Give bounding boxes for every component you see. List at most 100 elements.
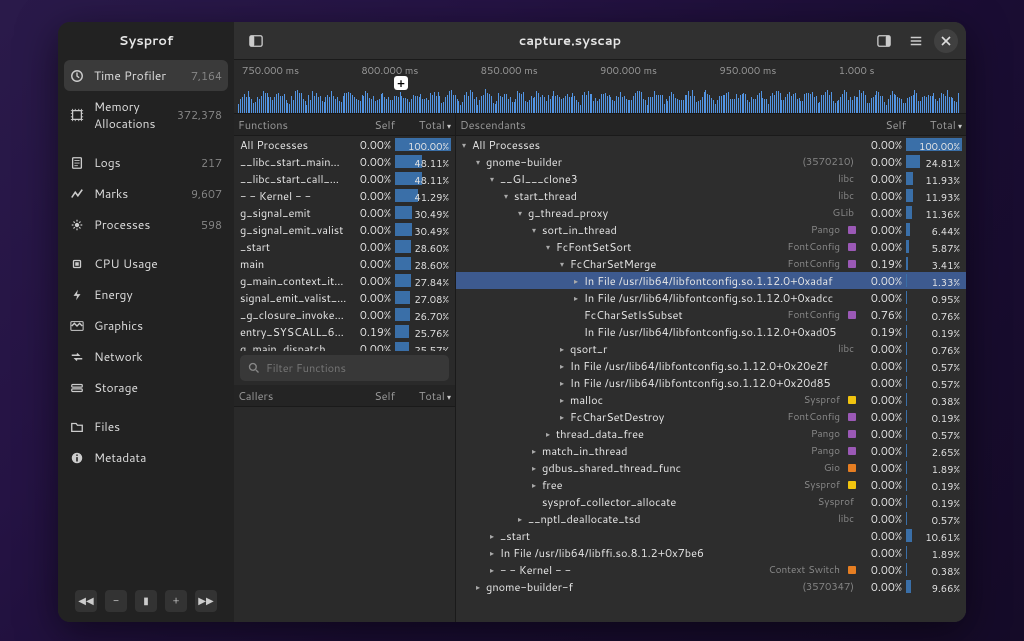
disclosure-triangle[interactable]: ▸ (574, 275, 584, 287)
descendant-row[interactable]: ▸ In File /usr/lib64/libffi.so.8.1.2+0x7… (456, 544, 966, 561)
sidebar-item-network[interactable]: Network (58, 341, 234, 372)
functions-header-total[interactable]: Total (395, 117, 451, 133)
function-row[interactable]: main 0.00% 28.60% (234, 255, 455, 272)
function-row[interactable]: _g_closure_invoke_va 0.00% 26.70% (234, 306, 455, 323)
toggle-right-panel-button[interactable] (870, 27, 898, 55)
timeline[interactable]: 750.000 ms800.000 ms850.000 ms900.000 ms… (234, 60, 966, 114)
descendant-row[interactable]: ▸ FcCharSetDestroy FontConfig 0.00% 0.19… (456, 408, 966, 425)
descendant-row[interactable]: ▾ FcFontSetSort FontConfig 0.00% 5.87% (456, 238, 966, 255)
function-row[interactable]: g_main_context_itera 0.00% 27.84% (234, 272, 455, 289)
descendant-row[interactable]: ▸ _start 0.00% 10.61% (456, 527, 966, 544)
sidebar-item-processes[interactable]: Processes 598 (58, 209, 234, 240)
descendant-row[interactable]: In File /usr/lib64/libfontconfig.so.1.12… (456, 323, 966, 340)
functions-header-self[interactable]: Self (347, 117, 395, 133)
descendants-header-total[interactable]: Total (906, 117, 962, 133)
disclosure-triangle[interactable]: ▸ (560, 343, 570, 355)
descendant-row[interactable]: ▸ thread_data_free Pango 0.00% 0.57% (456, 425, 966, 442)
descendant-row[interactable]: ▸ In File /usr/lib64/libfontconfig.so.1.… (456, 357, 966, 374)
disclosure-triangle[interactable]: ▸ (490, 530, 500, 542)
disclosure-triangle[interactable]: ▾ (532, 224, 542, 236)
disclosure-triangle[interactable]: ▾ (504, 190, 514, 202)
callers-header-name[interactable]: Callers (238, 388, 347, 404)
descendant-row[interactable]: ▾ sort_in_thread Pango 0.00% 6.44% (456, 221, 966, 238)
zoom-in-button[interactable]: + (165, 590, 187, 612)
descendant-row[interactable]: ▸ gnome-builder-f (3570347) 0.00% 9.66% (456, 578, 966, 595)
disclosure-triangle[interactable]: ▸ (490, 547, 500, 559)
menu-button[interactable] (902, 27, 930, 55)
disclosure-triangle[interactable]: ▾ (560, 258, 570, 270)
disclosure-triangle[interactable]: ▾ (462, 139, 472, 151)
descendant-row[interactable]: ▾ start_thread libc 0.00% 11.93% (456, 187, 966, 204)
function-row[interactable]: entry_SYSCALL_64_a 0.19% 25.76% (234, 323, 455, 340)
disclosure-triangle[interactable]: ▾ (518, 207, 528, 219)
function-row[interactable]: __libc_start_main@G 0.00% 48.11% (234, 153, 455, 170)
disclosure-triangle[interactable]: ▸ (532, 462, 542, 474)
descendant-row[interactable]: ▸ In File /usr/lib64/libfontconfig.so.1.… (456, 272, 966, 289)
disclosure-triangle[interactable]: ▸ (560, 394, 570, 406)
descendant-row[interactable]: sysprof_collector_allocate Sysprof 0.00%… (456, 493, 966, 510)
descendant-row[interactable]: ▸ free Sysprof 0.00% 0.19% (456, 476, 966, 493)
rewind-button[interactable]: ◀◀ (75, 590, 97, 612)
timeline-marker[interactable]: + (394, 76, 408, 90)
sidebar-item-metadata[interactable]: Metadata (58, 442, 234, 473)
functions-header-name[interactable]: Functions (238, 117, 347, 133)
function-row[interactable]: g_main_dispatch 0.00% 25.57% (234, 340, 455, 351)
descendant-row[interactable]: ▸ match_in_thread Pango 0.00% 2.65% (456, 442, 966, 459)
function-row[interactable]: __libc_start_call_mai 0.00% 48.11% (234, 170, 455, 187)
disclosure-triangle[interactable]: ▾ (476, 156, 486, 168)
sidebar-item-energy[interactable]: Energy (58, 279, 234, 310)
disclosure-triangle[interactable]: ▸ (560, 377, 570, 389)
descendant-row[interactable]: ▸ malloc Sysprof 0.00% 0.38% (456, 391, 966, 408)
descendant-row[interactable]: ▾ g_thread_proxy GLib 0.00% 11.36% (456, 204, 966, 221)
descendant-row[interactable]: ▸ In File /usr/lib64/libfontconfig.so.1.… (456, 289, 966, 306)
descendant-row[interactable]: ▾ __GI___clone3 libc 0.00% 11.93% (456, 170, 966, 187)
callers-header-total[interactable]: Total (395, 388, 451, 404)
callers-header-self[interactable]: Self (347, 388, 395, 404)
disclosure-triangle[interactable]: ▸ (546, 428, 556, 440)
close-button[interactable] (934, 29, 958, 53)
function-row[interactable]: g_signal_emit_valist 0.00% 30.49% (234, 221, 455, 238)
toggle-left-panel-button[interactable] (242, 27, 270, 55)
callers-list[interactable] (234, 407, 455, 622)
disclosure-triangle[interactable]: ▸ (532, 445, 542, 457)
descendant-row[interactable]: ▸ __nptl_deallocate_tsd libc 0.00% 0.57% (456, 510, 966, 527)
sidebar-item-marks[interactable]: Marks 9,607 (58, 178, 234, 209)
descendants-header-name[interactable]: Descendants (460, 117, 858, 133)
disclosure-triangle[interactable]: ▸ (490, 564, 500, 576)
sidebar-item-logs[interactable]: Logs 217 (58, 147, 234, 178)
functions-list[interactable]: All Processes 0.00% 100.00%__libc_start_… (234, 136, 455, 351)
filter-functions-input[interactable] (266, 360, 441, 376)
zoom-out-button[interactable]: − (105, 590, 127, 612)
sidebar-item-cpu-usage[interactable]: CPU Usage (58, 248, 234, 279)
disclosure-triangle[interactable]: ▸ (560, 411, 570, 423)
function-row[interactable]: signal_emit_valist_un 0.00% 27.08% (234, 289, 455, 306)
function-row[interactable]: All Processes 0.00% 100.00% (234, 136, 455, 153)
descendant-row[interactable]: FcCharSetIsSubset FontConfig 0.76% 0.76% (456, 306, 966, 323)
function-row[interactable]: g_signal_emit 0.00% 30.49% (234, 204, 455, 221)
descendants-header-self[interactable]: Self (858, 117, 906, 133)
filter-functions-box[interactable] (240, 355, 449, 381)
forward-button[interactable]: ▶▶ (195, 590, 217, 612)
disclosure-triangle[interactable]: ▸ (560, 360, 570, 372)
descendant-row[interactable]: ▸ gdbus_shared_thread_func Gio 0.00% 1.8… (456, 459, 966, 476)
descendant-row[interactable]: ▸ - - Kernel - - Context Switch 0.00% 0.… (456, 561, 966, 578)
function-row[interactable]: _start 0.00% 28.60% (234, 238, 455, 255)
disclosure-triangle[interactable]: ▸ (532, 479, 542, 491)
disclosure-triangle[interactable]: ▾ (490, 173, 500, 185)
zoom-reset-button[interactable]: ▮ (135, 590, 157, 612)
descendant-row[interactable]: ▾ gnome-builder (3570210) 0.00% 24.81% (456, 153, 966, 170)
sidebar-item-graphics[interactable]: Graphics (58, 310, 234, 341)
disclosure-triangle[interactable]: ▾ (546, 241, 556, 253)
disclosure-triangle[interactable]: ▸ (518, 513, 528, 525)
sidebar-item-memory-allocations[interactable]: Memory Allocations 372,378 (58, 91, 234, 139)
descendant-row[interactable]: ▾ All Processes 0.00% 100.00% (456, 136, 966, 153)
disclosure-triangle[interactable]: ▸ (574, 292, 584, 304)
sidebar-item-files[interactable]: Files (58, 411, 234, 442)
function-row[interactable]: - - Kernel - - 0.00% 41.29% (234, 187, 455, 204)
sidebar-item-storage[interactable]: Storage (58, 372, 234, 403)
descendants-list[interactable]: ▾ All Processes 0.00% 100.00% ▾ gnome-bu… (456, 136, 966, 622)
descendant-row[interactable]: ▸ In File /usr/lib64/libfontconfig.so.1.… (456, 374, 966, 391)
descendant-row[interactable]: ▾ FcCharSetMerge FontConfig 0.19% 3.41% (456, 255, 966, 272)
sidebar-item-time-profiler[interactable]: Time Profiler 7,164 (64, 60, 228, 91)
descendant-row[interactable]: ▸ qsort_r libc 0.00% 0.76% (456, 340, 966, 357)
